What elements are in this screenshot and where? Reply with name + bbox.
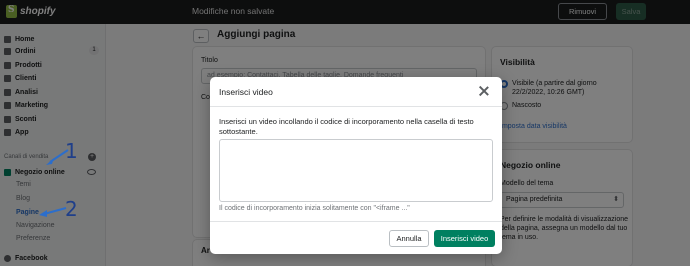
annotation-arrow-2 bbox=[39, 207, 67, 217]
close-icon[interactable] bbox=[478, 85, 490, 97]
modal-title: Inserisci video bbox=[219, 87, 273, 97]
modal-description: Inserisci un video incollando il codice … bbox=[219, 117, 474, 136]
modal-header: Inserisci video bbox=[210, 77, 502, 107]
embed-code-textarea[interactable] bbox=[219, 139, 493, 202]
insert-video-modal: Inserisci video Inserisci un video incol… bbox=[210, 77, 502, 254]
cancel-button[interactable]: Annulla bbox=[389, 230, 429, 247]
embed-help-text: Il codice di incorporamento inizia solit… bbox=[219, 205, 410, 212]
insert-video-button[interactable]: Inserisci video bbox=[434, 230, 495, 247]
annotation-arrow-1 bbox=[46, 149, 69, 165]
